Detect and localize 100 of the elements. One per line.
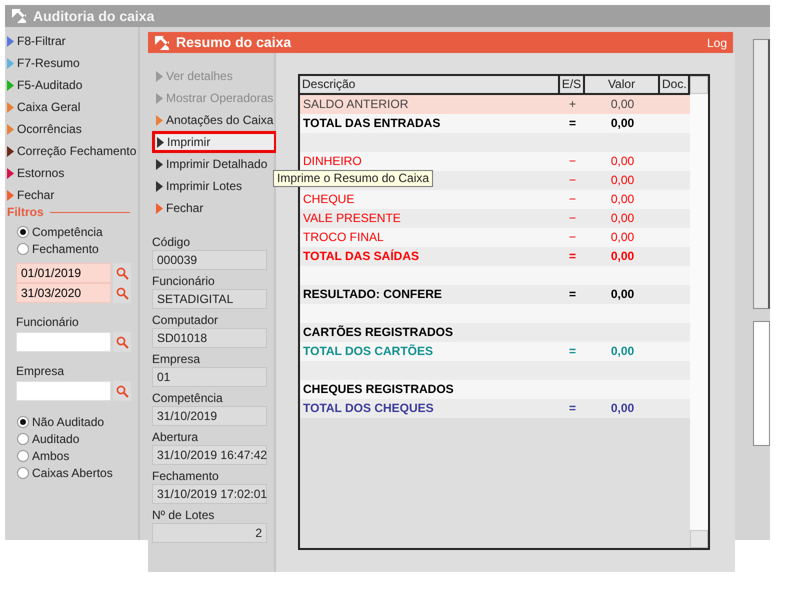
action-item[interactable]: Fechar <box>152 197 206 219</box>
table-row[interactable]: TOTAL DOS CARTÕES = 0,00 <box>300 342 690 361</box>
radio-label: Competência <box>32 224 103 240</box>
field-label: Nº de Lotes <box>152 507 216 523</box>
table-cell-text: 0,00 <box>610 191 636 208</box>
logo-icon <box>154 34 170 50</box>
dialog-title: Resumo do caixa <box>176 33 292 52</box>
table-cell-text: + <box>568 96 577 113</box>
table-cell-text: = <box>568 248 577 265</box>
field-label: Funcionário <box>152 273 216 289</box>
field-value: 000039 <box>152 250 267 270</box>
table-cell-text: − <box>568 229 577 246</box>
table-cell-text: 0,00 <box>610 400 636 417</box>
table-cell-text: TOTAL DOS CARTÕES <box>302 343 434 360</box>
sidebar-item[interactable]: Caixa Geral <box>7 96 80 118</box>
list-box[interactable] <box>753 321 770 446</box>
radio-button[interactable] <box>17 242 29 254</box>
table-cell-text: RESULTADO: CONFERE <box>302 286 443 303</box>
table-cell-text: 0,00 <box>610 229 636 246</box>
table-row[interactable]: TROCO FINAL − 0,00 <box>300 228 690 247</box>
table-row[interactable]: SALDO ANTERIOR + 0,00 <box>300 95 690 114</box>
table-row[interactable]: TOTAL DOS CHEQUES = 0,00 <box>300 399 690 418</box>
input-field[interactable] <box>16 381 111 401</box>
field-value: SD01018 <box>152 328 267 348</box>
tooltip: Imprime o Resumo do Caixa <box>273 170 434 187</box>
date-field[interactable]: 31/03/2020 <box>16 283 111 303</box>
table-cell-text: 0,00 <box>610 286 636 303</box>
logo-icon <box>11 8 27 24</box>
radio-button[interactable] <box>17 466 29 478</box>
table-cell-text: 0,00 <box>610 210 636 227</box>
table-cell-text: VALE PRESENTE <box>302 210 402 227</box>
radio-button[interactable] <box>17 432 29 444</box>
search-button[interactable] <box>113 283 131 303</box>
sidebar-item[interactable]: Correção Fechamento <box>7 140 136 162</box>
scrollbar[interactable] <box>753 39 770 309</box>
table-cell-text: = <box>568 400 577 417</box>
sidebar-item[interactable]: F8-Filtrar <box>7 30 66 52</box>
sidebar-item[interactable]: Fechar <box>7 184 54 206</box>
field-value: SETADIGITAL <box>152 289 267 309</box>
sidebar-item[interactable]: Estornos <box>7 162 64 184</box>
action-item[interactable]: Imprimir Detalhado <box>152 153 270 175</box>
field-label: Empresa <box>152 351 202 367</box>
table-cell-text: 0,00 <box>610 172 636 189</box>
table-cell-text: TOTAL DAS ENTRADAS <box>302 115 442 132</box>
date-field[interactable]: 01/01/2019 <box>16 263 111 283</box>
column-header[interactable]: Valor <box>585 76 660 93</box>
field-label: Fechamento <box>152 468 220 484</box>
table-cell-text: = <box>568 343 577 360</box>
table-cell-text: TOTAL DAS SAÍDAS <box>302 248 420 265</box>
search-button[interactable] <box>113 381 131 401</box>
action-item[interactable]: Anotações do Caixa <box>152 109 276 131</box>
scrollbar[interactable] <box>690 76 708 548</box>
input-field[interactable] <box>16 332 111 352</box>
column-header[interactable]: E/S <box>560 76 585 93</box>
table-row[interactable]: RESULTADO: CONFERE = 0,00 <box>300 285 690 304</box>
table-cell-text: CHEQUES REGISTRADOS <box>302 381 455 398</box>
window-title: Auditoria do caixa <box>33 6 154 26</box>
table-row[interactable]: TOTAL DAS ENTRADAS = 0,00 <box>300 114 690 133</box>
table-cell-text: CHEQUE <box>302 191 356 208</box>
action-item[interactable]: Imprimir <box>152 131 277 153</box>
field-label: Código <box>152 234 192 250</box>
table-cell-text: = <box>568 115 577 132</box>
radio-label: Fechamento <box>32 240 99 258</box>
table-cell-text: CARTÕES REGISTRADOS <box>302 324 454 341</box>
section-title: Filtros <box>7 204 44 221</box>
table-row[interactable]: DINHEIRO − 0,00 <box>300 152 690 171</box>
table-row[interactable]: CHEQUES REGISTRADOS <box>300 380 690 399</box>
search-button[interactable] <box>113 332 131 352</box>
action-item[interactable]: Imprimir Lotes <box>152 175 244 197</box>
field-label: Empresa <box>15 363 66 378</box>
field-value: 31/10/2019 <box>152 406 267 426</box>
table-cell-text: 0,00 <box>610 343 636 360</box>
sidebar-item[interactable]: F7-Resumo <box>7 52 80 74</box>
table-cell-text: DINHEIRO <box>302 153 363 170</box>
field-label: Competência <box>152 390 224 406</box>
sidebar-item[interactable]: Ocorrências <box>7 118 82 140</box>
column-header[interactable]: Descrição <box>300 76 560 93</box>
field-label: Funcionário <box>15 314 80 329</box>
field-value: 2 <box>152 523 267 543</box>
radio-label: Auditado <box>32 430 80 448</box>
field-label: Abertura <box>152 429 200 445</box>
table-cell-text: − <box>568 191 577 208</box>
table-cell-text: = <box>568 286 577 303</box>
radio-button[interactable] <box>17 450 29 462</box>
field-value: 31/10/2019 16:47:42 <box>152 445 267 465</box>
radio-button[interactable] <box>17 416 29 428</box>
table-cell-text: TROCO FINAL <box>302 229 385 246</box>
table-row[interactable]: CHEQUE − 0,00 <box>300 190 690 209</box>
sidebar-item[interactable]: F5-Auditado <box>7 74 82 96</box>
field-value: 01 <box>152 367 267 387</box>
table-row[interactable]: CARTÕES REGISTRADOS <box>300 323 690 342</box>
table-cell-text: − <box>568 172 577 189</box>
field-value: 31/10/2019 17:02:01 <box>152 484 267 504</box>
table-cell-text: − <box>568 153 577 170</box>
table-cell-text: 0,00 <box>610 153 636 170</box>
table-cell-text: TOTAL DOS CHEQUES <box>302 400 435 417</box>
radio-button[interactable] <box>17 226 29 238</box>
radio-label: Caixas Abertos <box>32 464 113 482</box>
table-cell-text: SALDO ANTERIOR <box>302 96 410 113</box>
search-button[interactable] <box>113 263 131 283</box>
